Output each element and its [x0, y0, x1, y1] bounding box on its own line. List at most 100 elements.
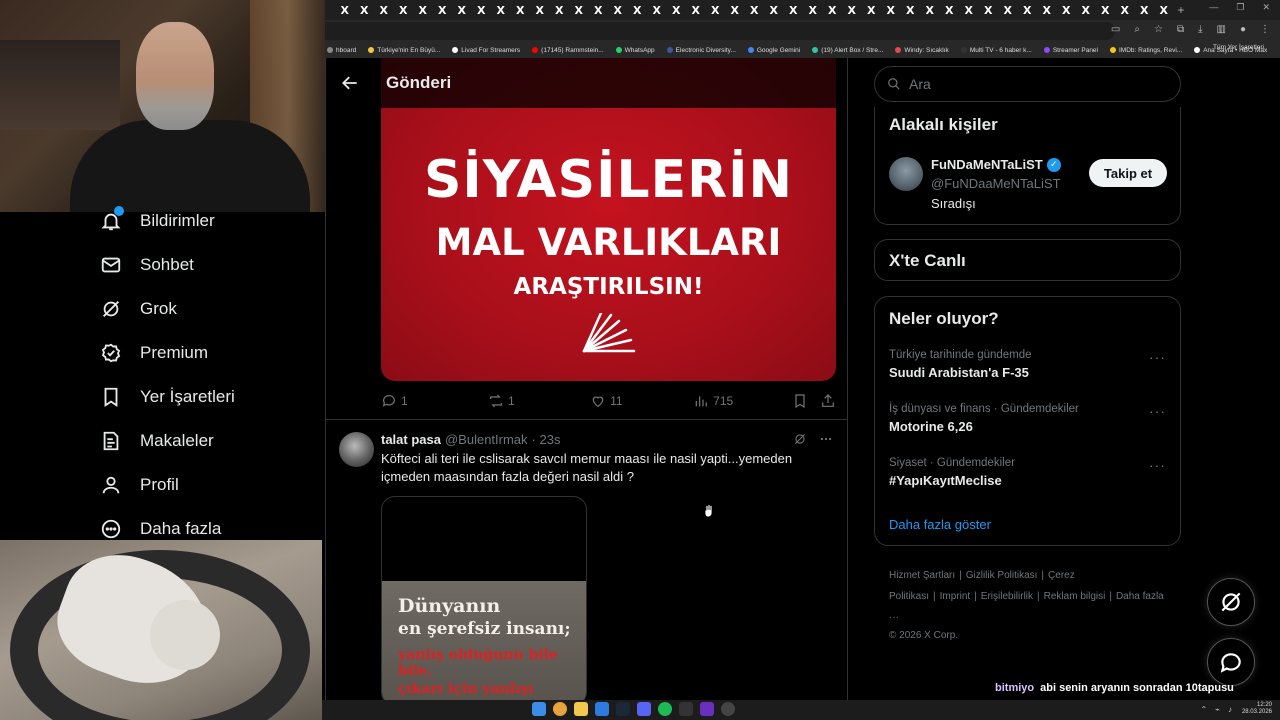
browser-tab[interactable]: X [706, 4, 726, 17]
browser-tab[interactable]: X [355, 4, 375, 17]
all-bookmarks[interactable]: Tüm Yer İşaretleri [1213, 44, 1272, 51]
bookmark-item[interactable]: Livad For Streamers [452, 47, 520, 54]
messages-fab[interactable] [1207, 638, 1255, 686]
browser-tab[interactable]: X [608, 4, 628, 17]
download-icon[interactable]: ⤓ [1198, 24, 1202, 35]
browser-tab[interactable]: X [979, 4, 999, 17]
reply-timestamp[interactable]: · 23s [532, 432, 561, 447]
browser-tab[interactable]: X [998, 4, 1018, 17]
browser-tab[interactable]: X [1037, 4, 1057, 17]
nav-grok[interactable]: Grok [100, 295, 177, 323]
grok-fab[interactable] [1207, 578, 1255, 626]
more-icon[interactable]: ··· [1149, 457, 1166, 473]
bookmark-item[interactable]: Electronic Diversity... [666, 47, 736, 54]
browser-tab[interactable]: X [764, 4, 784, 17]
bookmark-item[interactable]: Windy: Sıcaklık [895, 47, 949, 54]
browser-tab[interactable]: X [745, 4, 765, 17]
profile-icon[interactable]: ● [1240, 24, 1246, 35]
browser-tab[interactable]: X [1135, 4, 1155, 17]
reply-author-name[interactable]: talat pasa [381, 432, 441, 447]
browser-tab[interactable]: X [374, 4, 394, 17]
footer-link[interactable]: Gizlilik Politikası [966, 570, 1038, 581]
nav-articles[interactable]: Makaleler [100, 427, 214, 455]
nav-chat[interactable]: Sohbet [100, 251, 194, 279]
browser-tab[interactable]: X [686, 4, 706, 17]
follow-button[interactable]: Takip et [1089, 159, 1167, 187]
sidebar-icon[interactable]: ▥ [1217, 24, 1226, 35]
browser-tab[interactable]: X [862, 4, 882, 17]
steam-icon[interactable] [616, 702, 630, 716]
bookmark-item[interactable]: (19) Alert Box / Stre... [812, 47, 883, 54]
extensions-icon[interactable]: ⧉ [1177, 24, 1184, 35]
bookmark-item[interactable]: Google Gemini [747, 47, 800, 54]
bookmark-item[interactable]: (17145) Rammstein... [532, 47, 604, 54]
browser-tab[interactable]: X [667, 4, 687, 17]
trend-item[interactable]: Siyaset · Gündemdekiler #YapıKayıtMeclis… [889, 457, 1174, 488]
nav-notifications[interactable]: Bildirimler [100, 206, 215, 235]
browser-tab[interactable]: X [959, 4, 979, 17]
like-button[interactable]: 11 [590, 393, 693, 409]
browser-tab[interactable]: X [413, 4, 433, 17]
repost-button[interactable]: 1 [488, 393, 590, 409]
browser-tab[interactable]: X [1057, 4, 1077, 17]
browser-tab[interactable]: X [452, 4, 472, 17]
bookmark-item[interactable]: Türkiye'nin En Büyü... [368, 47, 440, 54]
app-icon[interactable] [700, 702, 714, 716]
browser-tab[interactable]: X [725, 4, 745, 17]
discord-icon[interactable] [637, 702, 651, 716]
browser-tab[interactable]: X [491, 4, 511, 17]
cast-icon[interactable]: ▭ [1111, 24, 1120, 35]
volume-icon[interactable]: ♪ [1228, 705, 1232, 714]
avatar[interactable] [339, 432, 374, 467]
search-input[interactable]: Ara [874, 66, 1181, 102]
related-user-name[interactable]: FuNDaMeNTaLiST ✓ [931, 157, 1061, 172]
more-icon[interactable]: ··· [1149, 403, 1166, 419]
browser-tab[interactable]: X [823, 4, 843, 17]
bookmark-item[interactable]: hboard [327, 47, 356, 54]
nav-bookmarks[interactable]: Yer İşaretleri [100, 383, 235, 411]
bookmark-item[interactable]: Streamer Panel [1043, 47, 1098, 54]
bookmark-item[interactable]: WhatsApp [615, 47, 655, 54]
bookmark-item[interactable]: Multi TV - 6 haber k... [960, 47, 1032, 54]
live-card[interactable]: X'te Canlı [874, 239, 1181, 281]
browser-tab[interactable]: X [628, 4, 648, 17]
reply-author-handle[interactable]: @BulentIrmak [445, 432, 528, 447]
footer-link[interactable]: Reklam bilgisi [1044, 591, 1106, 602]
trend-item[interactable]: Türkiye tarihinde gündemde Suudi Arabist… [889, 349, 1174, 380]
star-icon[interactable]: ☆ [1154, 24, 1163, 35]
browser-tab[interactable]: X [511, 4, 531, 17]
browser-tab[interactable]: X [1154, 4, 1174, 17]
browser-tab[interactable]: X [940, 4, 960, 17]
obs-icon[interactable] [721, 702, 735, 716]
start-icon[interactable] [532, 702, 546, 716]
share-button[interactable] [820, 393, 836, 409]
nav-premium[interactable]: Premium [100, 339, 208, 367]
chrome-icon[interactable] [553, 702, 567, 716]
app-icon[interactable] [595, 702, 609, 716]
avatar[interactable] [889, 157, 923, 191]
browser-tab[interactable]: X [647, 4, 667, 17]
browser-tab[interactable]: X [803, 4, 823, 17]
browser-tab[interactable]: X [530, 4, 550, 17]
folder-icon[interactable] [574, 702, 588, 716]
network-icon[interactable]: ⌁ [1215, 705, 1220, 714]
reply-media[interactable]: Dünyanın en şerefsiz insanı; yanlış oldu… [381, 496, 587, 700]
nav-more[interactable]: Daha fazla [100, 515, 221, 543]
new-tab-icon[interactable]: + [1178, 3, 1185, 17]
browser-tab[interactable]: X [842, 4, 862, 17]
bookmark-button[interactable] [792, 393, 820, 409]
footer-link[interactable]: Hizmet Şartları [889, 570, 955, 581]
browser-tab[interactable]: X [569, 4, 589, 17]
url-field[interactable] [325, 22, 1115, 40]
epic-icon[interactable] [679, 702, 693, 716]
footer-link[interactable]: Erişilebilirlik [981, 591, 1033, 602]
browser-tab[interactable]: X [472, 4, 492, 17]
show-more-link[interactable]: Daha fazla göster [889, 517, 991, 532]
browser-tab[interactable]: X [550, 4, 570, 17]
more-icon[interactable]: ··· [1149, 349, 1166, 365]
zoom-icon[interactable]: ⌕ [1134, 24, 1140, 35]
spotify-icon[interactable] [658, 702, 672, 716]
browser-tab[interactable]: X [1018, 4, 1038, 17]
browser-tab[interactable]: X [1076, 4, 1096, 17]
browser-tab[interactable]: X [589, 4, 609, 17]
